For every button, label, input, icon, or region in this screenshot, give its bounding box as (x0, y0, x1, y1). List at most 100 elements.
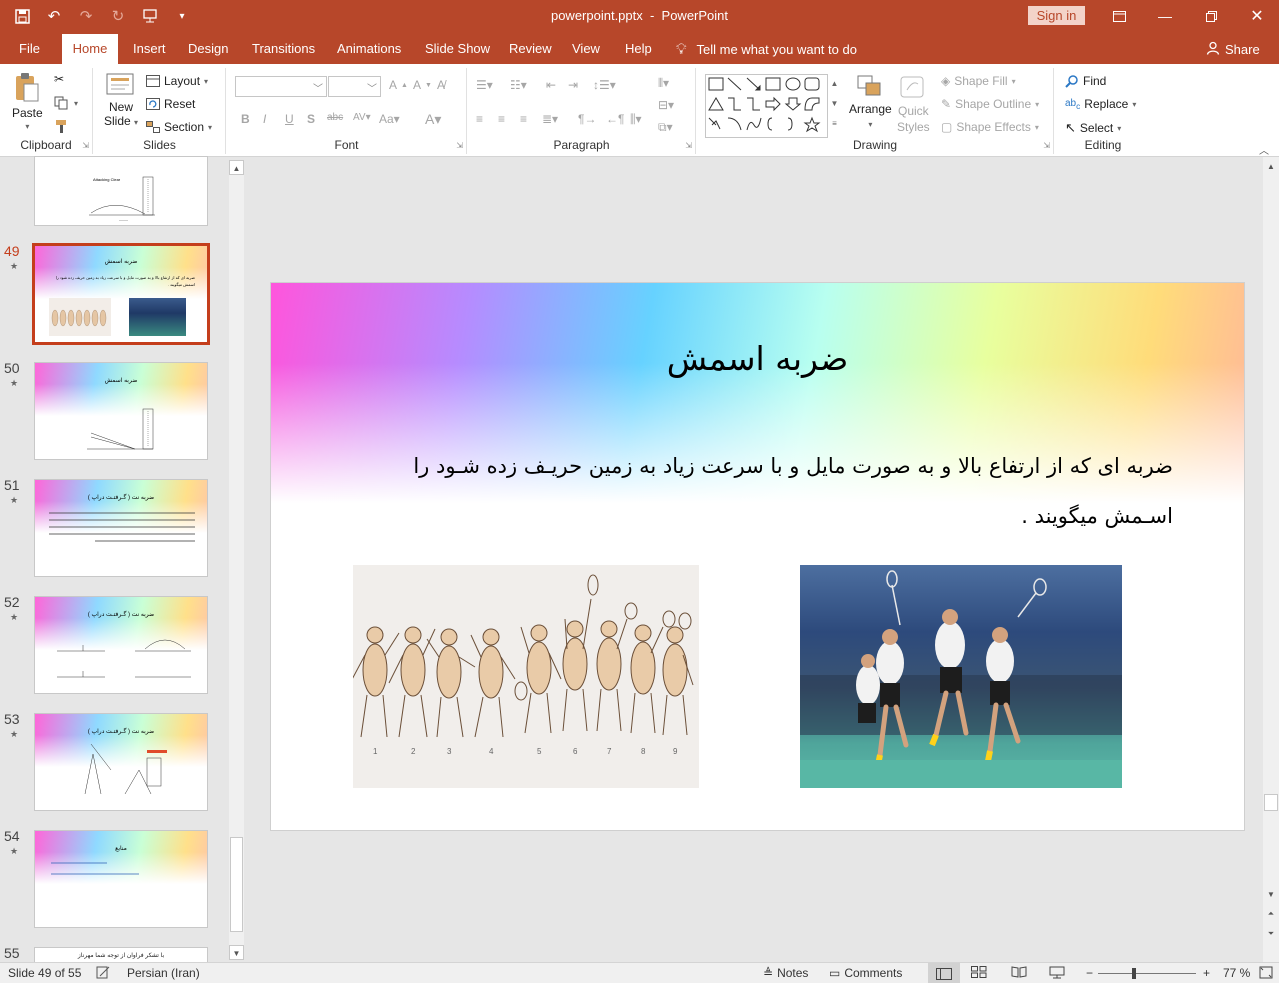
zoom-slider-thumb[interactable] (1132, 968, 1137, 979)
select-button[interactable]: ↖ Select ▾ (1065, 120, 1121, 136)
thumbnail-slide-48[interactable]: Attacking Clear ——— (34, 156, 208, 226)
align-left-icon[interactable]: ≡ (476, 112, 483, 126)
format-painter-icon[interactable] (54, 119, 70, 134)
zoom-in-icon[interactable]: + (1203, 966, 1210, 980)
tab-slide-show[interactable]: Slide Show (415, 34, 500, 64)
increase-font-icon[interactable]: A ▲ (389, 78, 408, 92)
layout-button[interactable]: Layout ▾ (146, 74, 208, 88)
slide-show-icon[interactable] (1049, 966, 1065, 979)
decrease-indent-icon[interactable]: ⇤ (546, 78, 556, 92)
scrollbar-thumb[interactable] (230, 837, 243, 932)
share-button[interactable]: Share (1206, 41, 1260, 58)
change-case-icon[interactable]: Aa▾ (379, 112, 400, 126)
thumbnail-slide-53[interactable]: ضربه نت ( گـرفتـت دراپ ) (34, 713, 208, 811)
justify-icon[interactable]: ≣▾ (542, 112, 558, 126)
restore-icon[interactable] (1188, 0, 1234, 32)
italic-icon[interactable]: I (263, 112, 266, 126)
replace-button[interactable]: abc Replace ▾ (1065, 97, 1136, 111)
scrollbar-thumb[interactable] (1264, 794, 1278, 811)
font-size-combo[interactable]: ﹀ (328, 76, 381, 97)
collapse-ribbon-icon[interactable]: ︿ (1259, 142, 1269, 157)
align-center-icon[interactable]: ≡ (498, 112, 505, 126)
drawing-launcher-icon[interactable]: ⇲ (1043, 141, 1050, 150)
current-slide[interactable]: ضربه اسمش ضربه ای که از ارتفاع بالا و به… (270, 282, 1245, 831)
spell-check-icon[interactable] (96, 966, 110, 979)
tab-help[interactable]: Help (615, 34, 662, 64)
scroll-up-icon[interactable]: ▲ (229, 160, 244, 175)
ltr-icon[interactable]: ¶→ (578, 112, 596, 126)
rtl-icon[interactable]: ←¶ (606, 112, 624, 126)
underline-icon[interactable]: U (285, 112, 294, 126)
paragraph-launcher-icon[interactable]: ⇲ (685, 141, 692, 150)
columns-icon[interactable]: ⫼▾ (630, 112, 642, 127)
slide-body-text[interactable]: ضربه ای که از ارتفاع بالا و به صورت مایل… (343, 441, 1173, 541)
new-slide-button[interactable]: New Slide ▾ (104, 72, 138, 130)
font-launcher-icon[interactable]: ⇲ (456, 141, 463, 150)
shape-outline-button[interactable]: ✎ Shape Outline ▾ (941, 97, 1039, 111)
zoom-slider-track[interactable] (1098, 973, 1196, 974)
normal-view-icon[interactable] (928, 963, 960, 983)
text-direction-icon[interactable]: ⫴▾ (658, 76, 669, 91)
scroll-down-icon[interactable]: ▼ (1263, 887, 1279, 903)
tab-home[interactable]: Home (62, 34, 118, 64)
bold-icon[interactable]: B (241, 112, 250, 126)
thumbnail-slide-49[interactable]: ضربه اسمش ضربه ای که از ارتفاع بالا و به… (32, 243, 210, 345)
shadow-icon[interactable]: S (307, 112, 315, 126)
decrease-font-icon[interactable]: A ▼ (413, 78, 432, 92)
comments-button[interactable]: ▭ Comments (829, 966, 902, 980)
close-icon[interactable]: ✕ (1234, 0, 1279, 32)
arrange-button[interactable]: Arrange ▾ (849, 74, 892, 132)
align-right-icon[interactable]: ≡ (520, 112, 527, 126)
scroll-up-icon[interactable]: ▲ (1263, 159, 1279, 175)
scroll-down-icon[interactable]: ▼ (229, 945, 244, 960)
quick-styles-button[interactable]: Quick Styles (897, 74, 930, 134)
tab-insert[interactable]: Insert (123, 34, 176, 64)
reset-button[interactable]: Reset (146, 97, 195, 111)
ribbon-display-options-icon[interactable] (1096, 0, 1142, 32)
players-jumping-photo[interactable] (800, 565, 1122, 788)
zoom-out-icon[interactable]: − (1086, 966, 1093, 980)
bullets-icon[interactable]: ☰▾ (476, 78, 493, 92)
thumbnail-slide-50[interactable]: ضربه اسمش (34, 362, 208, 460)
strikethrough-icon[interactable]: abc (327, 112, 343, 123)
cut-icon[interactable]: ✂ (54, 72, 64, 86)
shapes-gallery[interactable]: ▲ ▼ ≡ (705, 74, 841, 138)
find-button[interactable]: Find (1065, 74, 1106, 88)
slide-sorter-icon[interactable] (971, 966, 987, 978)
shapes-gallery-scroll[interactable]: ▲ ▼ ≡ (827, 74, 841, 138)
character-spacing-icon[interactable]: AV▾ (353, 112, 371, 123)
font-color-icon[interactable]: A▾ (425, 111, 441, 128)
thumbnail-scrollbar[interactable]: ▲ ▼ (229, 160, 244, 960)
shape-fill-button[interactable]: ◈ Shape Fill ▾ (941, 74, 1016, 88)
numbering-icon[interactable]: ☷▾ (510, 78, 527, 92)
language-indicator[interactable]: Persian (Iran) (127, 966, 200, 980)
sign-in-button[interactable]: Sign in (1028, 6, 1085, 25)
paste-button[interactable]: Paste ▾ (12, 72, 43, 131)
zoom-level[interactable]: 77 % (1223, 966, 1250, 980)
align-text-icon[interactable]: ⊟▾ (658, 98, 674, 112)
tab-file[interactable]: File (9, 34, 50, 64)
clear-formatting-icon[interactable]: A̸ (437, 78, 445, 92)
slide-title[interactable]: ضربه اسمش (271, 339, 1244, 378)
tab-view[interactable]: View (562, 34, 610, 64)
tab-review[interactable]: Review (499, 34, 562, 64)
clipboard-launcher-icon[interactable]: ⇲ (82, 141, 89, 150)
thumbnail-slide-55[interactable]: با تشکر فراوان از توجه شما مهرناز (34, 947, 208, 963)
shape-effects-button[interactable]: ▢ Shape Effects ▾ (941, 120, 1039, 134)
tab-transitions[interactable]: Transitions (242, 34, 325, 64)
smartart-icon[interactable]: ⧉▾ (658, 120, 673, 135)
notes-button[interactable]: ≜ Notes (763, 966, 808, 980)
tab-design[interactable]: Design (178, 34, 238, 64)
previous-slide-icon[interactable]: ⏶ (1263, 905, 1279, 923)
thumbnail-slide-51[interactable]: ضربه نت ( گـرفتـت دراپ ) (34, 479, 208, 577)
fit-to-window-icon[interactable] (1259, 966, 1273, 979)
tab-animations[interactable]: Animations (327, 34, 411, 64)
tell-me-box[interactable]: 💡︎ Tell me what you want to do (676, 41, 857, 58)
next-slide-icon[interactable]: ⏷ (1263, 925, 1279, 943)
increase-indent-icon[interactable]: ⇥ (568, 78, 578, 92)
section-button[interactable]: Section ▾ (146, 120, 212, 134)
font-name-combo[interactable]: ﹀ (235, 76, 327, 97)
slide-scrollbar[interactable]: ▲ ▼ ⏶ ⏷ (1263, 157, 1279, 962)
copy-icon[interactable]: ▾ (54, 96, 78, 110)
minimize-icon[interactable]: — (1142, 0, 1188, 32)
